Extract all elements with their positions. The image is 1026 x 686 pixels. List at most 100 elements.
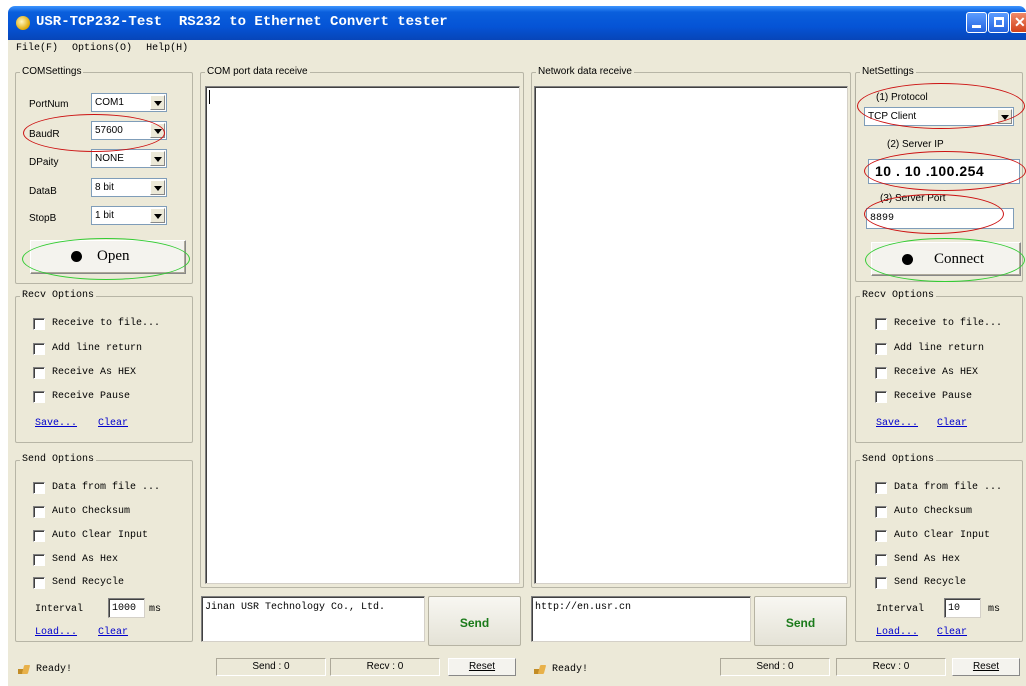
menu-options[interactable]: Options(O) [72, 43, 132, 54]
recv-options-legend: Recv Options [20, 290, 97, 302]
data-from-file-checkbox[interactable] [33, 482, 45, 494]
title-bar[interactable]: USR-TCP232-Test RS232 to Ethernet Conver… [8, 6, 1026, 40]
auto-clear-input-label: Auto Clear Input [52, 530, 149, 541]
data-bits-label: DataB [29, 186, 57, 197]
send-as-hex-checkbox[interactable] [875, 554, 887, 566]
server-ip-value: 10 . 10 .100.254 [875, 163, 985, 179]
chevron-down-icon[interactable] [150, 123, 165, 138]
auto-checksum-label: Auto Checksum [894, 506, 973, 517]
auto-checksum-checkbox[interactable] [33, 506, 45, 518]
save-link[interactable]: Save... [35, 418, 77, 429]
send-recycle-checkbox[interactable] [33, 577, 45, 589]
receive-to-file-checkbox[interactable] [33, 318, 45, 330]
load-link[interactable]: Load... [876, 627, 918, 638]
parity-select[interactable]: NONE [91, 149, 167, 168]
clear-link[interactable]: Clear [98, 418, 128, 429]
port-num-select[interactable]: COM1 [91, 93, 167, 112]
receive-pause-label: Receive Pause [894, 391, 973, 402]
com-receive-legend: COM port data receive [205, 66, 310, 78]
baud-rate-label: BaudR [29, 129, 60, 140]
receive-to-file-checkbox[interactable] [875, 318, 887, 330]
auto-checksum-checkbox[interactable] [875, 506, 887, 518]
menu-help[interactable]: Help(H) [146, 43, 188, 54]
receive-pause-checkbox[interactable] [33, 391, 45, 403]
open-button[interactable]: Open [30, 240, 186, 274]
data-from-file-checkbox[interactable] [875, 482, 887, 494]
com-recv-count: Recv : 0 [330, 658, 440, 676]
chevron-down-icon[interactable] [150, 180, 165, 195]
send-options-legend: Send Options [20, 454, 97, 466]
connect-button[interactable]: Connect [871, 242, 1021, 276]
server-ip-label: (2) Server IP [887, 139, 944, 150]
parity-label: DPaity [29, 157, 59, 168]
send-as-hex-label: Send As Hex [894, 554, 961, 565]
protocol-label: (1) Protocol [876, 92, 928, 103]
net-send-input[interactable]: http://en.usr.cn [531, 596, 751, 642]
save-link[interactable]: Save... [876, 418, 918, 429]
net-send-button[interactable]: Send [754, 596, 847, 646]
server-ip-input[interactable]: 10 . 10 .100.254 [868, 159, 1020, 184]
send-recycle-label: Send Recycle [894, 577, 967, 588]
baud-rate-select[interactable]: 57600 [91, 121, 167, 140]
parity-value: NONE [95, 153, 124, 164]
status-dot-icon [902, 254, 913, 265]
menu-bar: File(F) Options(O) Help(H) [16, 43, 196, 57]
receive-pause-checkbox[interactable] [875, 391, 887, 403]
send-as-hex-checkbox[interactable] [33, 554, 45, 566]
status-dot-icon [71, 251, 82, 262]
send-recycle-checkbox[interactable] [875, 577, 887, 589]
minimize-button[interactable] [966, 12, 987, 33]
close-button[interactable]: ✕ [1010, 12, 1026, 33]
auto-clear-input-checkbox[interactable] [33, 530, 45, 542]
protocol-select[interactable]: TCP Client [864, 107, 1014, 126]
com-ready-status: Ready! [36, 664, 73, 675]
interval-unit: ms [988, 604, 1001, 615]
port-num-value: COM1 [95, 97, 124, 108]
stop-bits-select[interactable]: 1 bit [91, 206, 167, 225]
chevron-down-icon[interactable] [150, 151, 165, 166]
net-reset-button[interactable]: Reset [952, 658, 1020, 676]
clear-send-link[interactable]: Clear [98, 627, 128, 638]
com-settings-legend: COMSettings [20, 66, 84, 78]
net-receive-area[interactable] [534, 86, 848, 584]
add-line-return-checkbox[interactable] [875, 343, 887, 355]
interval-unit: ms [149, 604, 162, 615]
clear-send-link[interactable]: Clear [937, 627, 967, 638]
com-send-input[interactable]: Jinan USR Technology Co., Ltd. [201, 596, 425, 642]
send-as-hex-label: Send As Hex [52, 554, 119, 565]
add-line-return-checkbox[interactable] [33, 343, 45, 355]
baud-rate-value: 57600 [95, 125, 123, 136]
data-from-file-label: Data from file ... [52, 482, 161, 493]
com-send-text: Jinan USR Technology Co., Ltd. [205, 602, 386, 613]
minimize-icon [972, 25, 981, 28]
menu-file[interactable]: File(F) [16, 43, 58, 54]
com-receive-area[interactable] [205, 86, 520, 584]
maximize-button[interactable] [988, 12, 1009, 33]
server-port-input[interactable]: 8899 [866, 208, 1014, 229]
add-line-return-label: Add line return [52, 343, 143, 354]
receive-as-hex-label: Receive As HEX [894, 367, 979, 378]
com-send-button[interactable]: Send [428, 596, 521, 646]
chevron-down-icon[interactable] [150, 95, 165, 110]
interval-value: 10 [948, 603, 961, 614]
protocol-value: TCP Client [868, 111, 917, 122]
ready-hand-icon [534, 665, 546, 675]
com-reset-button[interactable]: Reset [448, 658, 516, 676]
receive-as-hex-checkbox[interactable] [33, 367, 45, 379]
interval-input[interactable]: 10 [944, 598, 981, 618]
net-receive-legend: Network data receive [536, 66, 634, 78]
send-recycle-label: Send Recycle [52, 577, 125, 588]
load-link[interactable]: Load... [35, 627, 77, 638]
auto-clear-input-checkbox[interactable] [875, 530, 887, 542]
data-bits-select[interactable]: 8 bit [91, 178, 167, 197]
recv-options-legend: Recv Options [860, 290, 937, 302]
clear-link[interactable]: Clear [937, 418, 967, 429]
add-line-return-label: Add line return [894, 343, 985, 354]
chevron-down-icon[interactable] [997, 109, 1012, 124]
app-icon [16, 16, 30, 30]
interval-input[interactable]: 1000 [108, 598, 145, 618]
chevron-down-icon[interactable] [150, 208, 165, 223]
data-from-file-label: Data from file ... [894, 482, 1003, 493]
receive-as-hex-checkbox[interactable] [875, 367, 887, 379]
net-send-count: Send : 0 [720, 658, 830, 676]
